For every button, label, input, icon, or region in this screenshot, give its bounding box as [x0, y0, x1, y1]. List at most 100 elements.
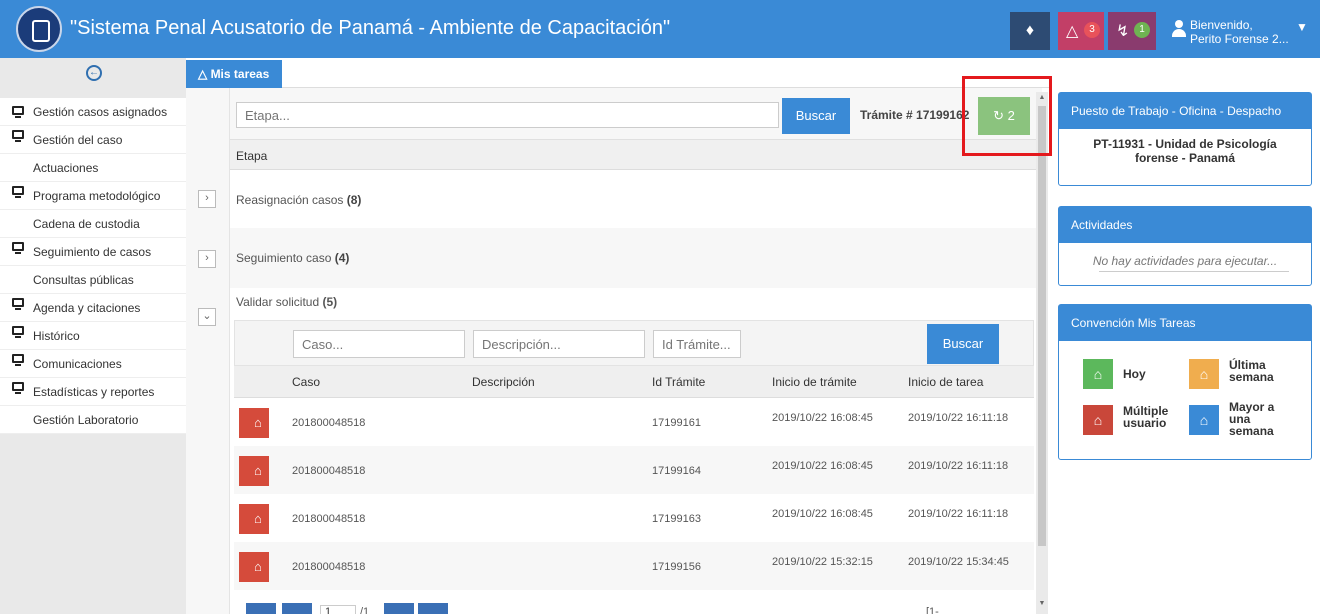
home-icon: ⌂: [254, 415, 262, 430]
legend-label-line: Hoy: [1123, 367, 1146, 381]
next-page-button[interactable]: [384, 603, 414, 614]
sidebar-item[interactable]: Estadísticas y reportes: [0, 378, 186, 406]
monitor-icon: [12, 326, 24, 338]
sidebar-item[interactable]: Comunicaciones: [0, 350, 186, 378]
sidebar-item[interactable]: Seguimiento de casos: [0, 238, 186, 266]
tasks-panel: Buscar Trámite # 17199162 ↻ 2 Etapa › Re…: [186, 88, 1050, 614]
caso-filter-input[interactable]: [293, 330, 465, 358]
monitor-icon: [12, 106, 24, 118]
app-title: "Sistema Penal Acusatorio de Panamá - Am…: [70, 17, 671, 39]
logo: [16, 6, 62, 52]
table-row[interactable]: ⌂ 201800048518 17199164 2019/10/22 16:08:45…: [234, 446, 1034, 494]
tag-icon: ♦: [1025, 22, 1035, 39]
tab-mis-tareas[interactable]: △ Mis tareas: [186, 60, 282, 88]
legend-label-line: semana: [1229, 424, 1274, 438]
etapa-search-button[interactable]: Buscar: [782, 98, 850, 134]
expand-group-button[interactable]: ›: [198, 190, 216, 208]
etapa-search-input[interactable]: [236, 102, 779, 128]
sidebar-item[interactable]: Gestión del caso: [0, 126, 186, 154]
open-task-button[interactable]: ⌂: [239, 552, 269, 582]
open-task-button[interactable]: ⌂: [239, 408, 269, 438]
sidebar-item[interactable]: Consultas públicas: [0, 266, 186, 294]
table-row[interactable]: ⌂ 201800048518 17199156 2019/10/22 15:32:15…: [234, 542, 1034, 590]
home-icon: ⌂: [1199, 366, 1209, 382]
sidebar-item[interactable]: Agenda y citaciones: [0, 294, 186, 322]
sidebar-item-label: Agenda y citaciones: [33, 301, 141, 315]
expand-gutter: [186, 88, 230, 614]
notifications-button[interactable]: △ 3: [1058, 12, 1104, 50]
open-task-button[interactable]: ⌂: [239, 456, 269, 486]
home-icon: ⌂: [254, 559, 262, 574]
highlight-box: [962, 76, 1052, 156]
subtable-filter-row: Buscar: [234, 320, 1034, 366]
divider: [1099, 271, 1289, 272]
user-greeting: Bienvenido,: [1190, 18, 1253, 32]
user-name: Perito Forense 2...: [1190, 32, 1289, 46]
etapa-filter-row: Buscar Trámite # 17199162 ↻ 2: [230, 88, 1042, 140]
cell-inicio-tramite: 2019/10/22 16:08:45: [772, 508, 873, 520]
page-input[interactable]: 1: [320, 605, 356, 614]
table-row[interactable]: ⌂ 201800048518 17199161 2019/10/22 16:08:45…: [234, 398, 1034, 446]
legend-swatch: ⌂: [1083, 359, 1113, 389]
column-header[interactable]: Id Trámite: [652, 375, 705, 389]
cell-id: 17199164: [652, 465, 701, 477]
sidebar-item-label: Estadísticas y reportes: [33, 385, 155, 399]
first-page-button[interactable]: [246, 603, 276, 614]
bolt-icon: ↯: [1116, 23, 1130, 40]
column-header[interactable]: Inicio de tarea: [908, 375, 983, 389]
scrollbar[interactable]: ▲ ▼: [1036, 92, 1048, 614]
sidebar-item[interactable]: Cadena de custodia: [0, 210, 186, 238]
user-menu[interactable]: Bienvenido, Perito Forense 2... ▼: [1162, 12, 1312, 50]
tab-label: Mis tareas: [210, 67, 270, 81]
group-title[interactable]: Validar solicitud (5): [236, 295, 337, 309]
tab-bar: △ Mis tareas: [186, 58, 1050, 88]
descripcion-filter-input[interactable]: [473, 330, 645, 358]
prev-page-button[interactable]: [282, 603, 312, 614]
bell-icon: △: [198, 67, 211, 81]
actividades-empty: No hay actividades para ejecutar...: [1092, 254, 1278, 268]
column-header[interactable]: Descripción: [472, 375, 535, 389]
home-icon: ⌂: [1093, 366, 1103, 382]
column-header[interactable]: Caso: [292, 375, 320, 389]
collapse-group-button[interactable]: ⌄: [198, 308, 216, 326]
user-icon: [1172, 20, 1186, 38]
sidebar-item[interactable]: Gestión Laboratorio: [0, 406, 186, 434]
id-tramite-filter-input[interactable]: [653, 330, 741, 358]
group-row[interactable]: Seguimiento caso (4): [230, 228, 1042, 288]
column-header[interactable]: Inicio de trámite: [772, 375, 857, 389]
sidebar-item[interactable]: Gestión casos asignados: [0, 98, 186, 126]
monitor-icon: [12, 130, 24, 142]
legend-label: Mayor a una semana: [1229, 401, 1274, 437]
panel-title: Actividades: [1059, 207, 1311, 243]
last-page-button[interactable]: [418, 603, 448, 614]
group-title: Seguimiento caso (4): [236, 251, 350, 265]
sidebar-item[interactable]: Actuaciones: [0, 154, 186, 182]
actividades-panel: Actividades No hay actividades para ejec…: [1058, 206, 1312, 286]
alerts-button[interactable]: ↯ 1: [1108, 12, 1156, 50]
legend-label: Última semana: [1229, 359, 1274, 383]
group-row[interactable]: Reasignación casos (8): [230, 170, 1042, 230]
cell-inicio-tramite: 2019/10/22 16:08:45: [772, 460, 873, 472]
cell-inicio-tramite: 2019/10/22 16:08:45: [772, 412, 873, 424]
sidebar-item-label: Comunicaciones: [33, 357, 122, 371]
scrollbar-thumb[interactable]: [1038, 106, 1046, 546]
sidebar-item[interactable]: Histórico: [0, 322, 186, 350]
legend-label-line: semana: [1229, 370, 1274, 384]
expand-group-button[interactable]: ›: [198, 250, 216, 268]
sidebar-item[interactable]: Programa metodológico: [0, 182, 186, 210]
page-of: /1: [360, 606, 370, 614]
sidebar-item-label: Gestión Laboratorio: [33, 413, 139, 427]
etapa-column-header: Etapa: [230, 140, 1042, 170]
scroll-down-icon[interactable]: ▼: [1038, 600, 1046, 607]
tag-button[interactable]: ♦: [1010, 12, 1050, 50]
legend-label: Hoy: [1123, 368, 1146, 380]
legend-swatch: ⌂: [1083, 405, 1113, 435]
open-task-button[interactable]: ⌂: [239, 504, 269, 534]
home-icon: ⌂: [1093, 412, 1103, 428]
sidebar-menu: Gestión casos asignados Gestión del caso A…: [0, 98, 186, 434]
collapse-sidebar-icon[interactable]: ←: [86, 65, 102, 81]
table-row[interactable]: ⌂ 201800048518 17199163 2019/10/22 16:08:45…: [234, 494, 1034, 542]
cell-inicio-tramite: 2019/10/22 15:32:15: [772, 556, 873, 568]
sidebar-item-label: Actuaciones: [33, 161, 99, 175]
subtable-search-button[interactable]: Buscar: [927, 324, 999, 364]
